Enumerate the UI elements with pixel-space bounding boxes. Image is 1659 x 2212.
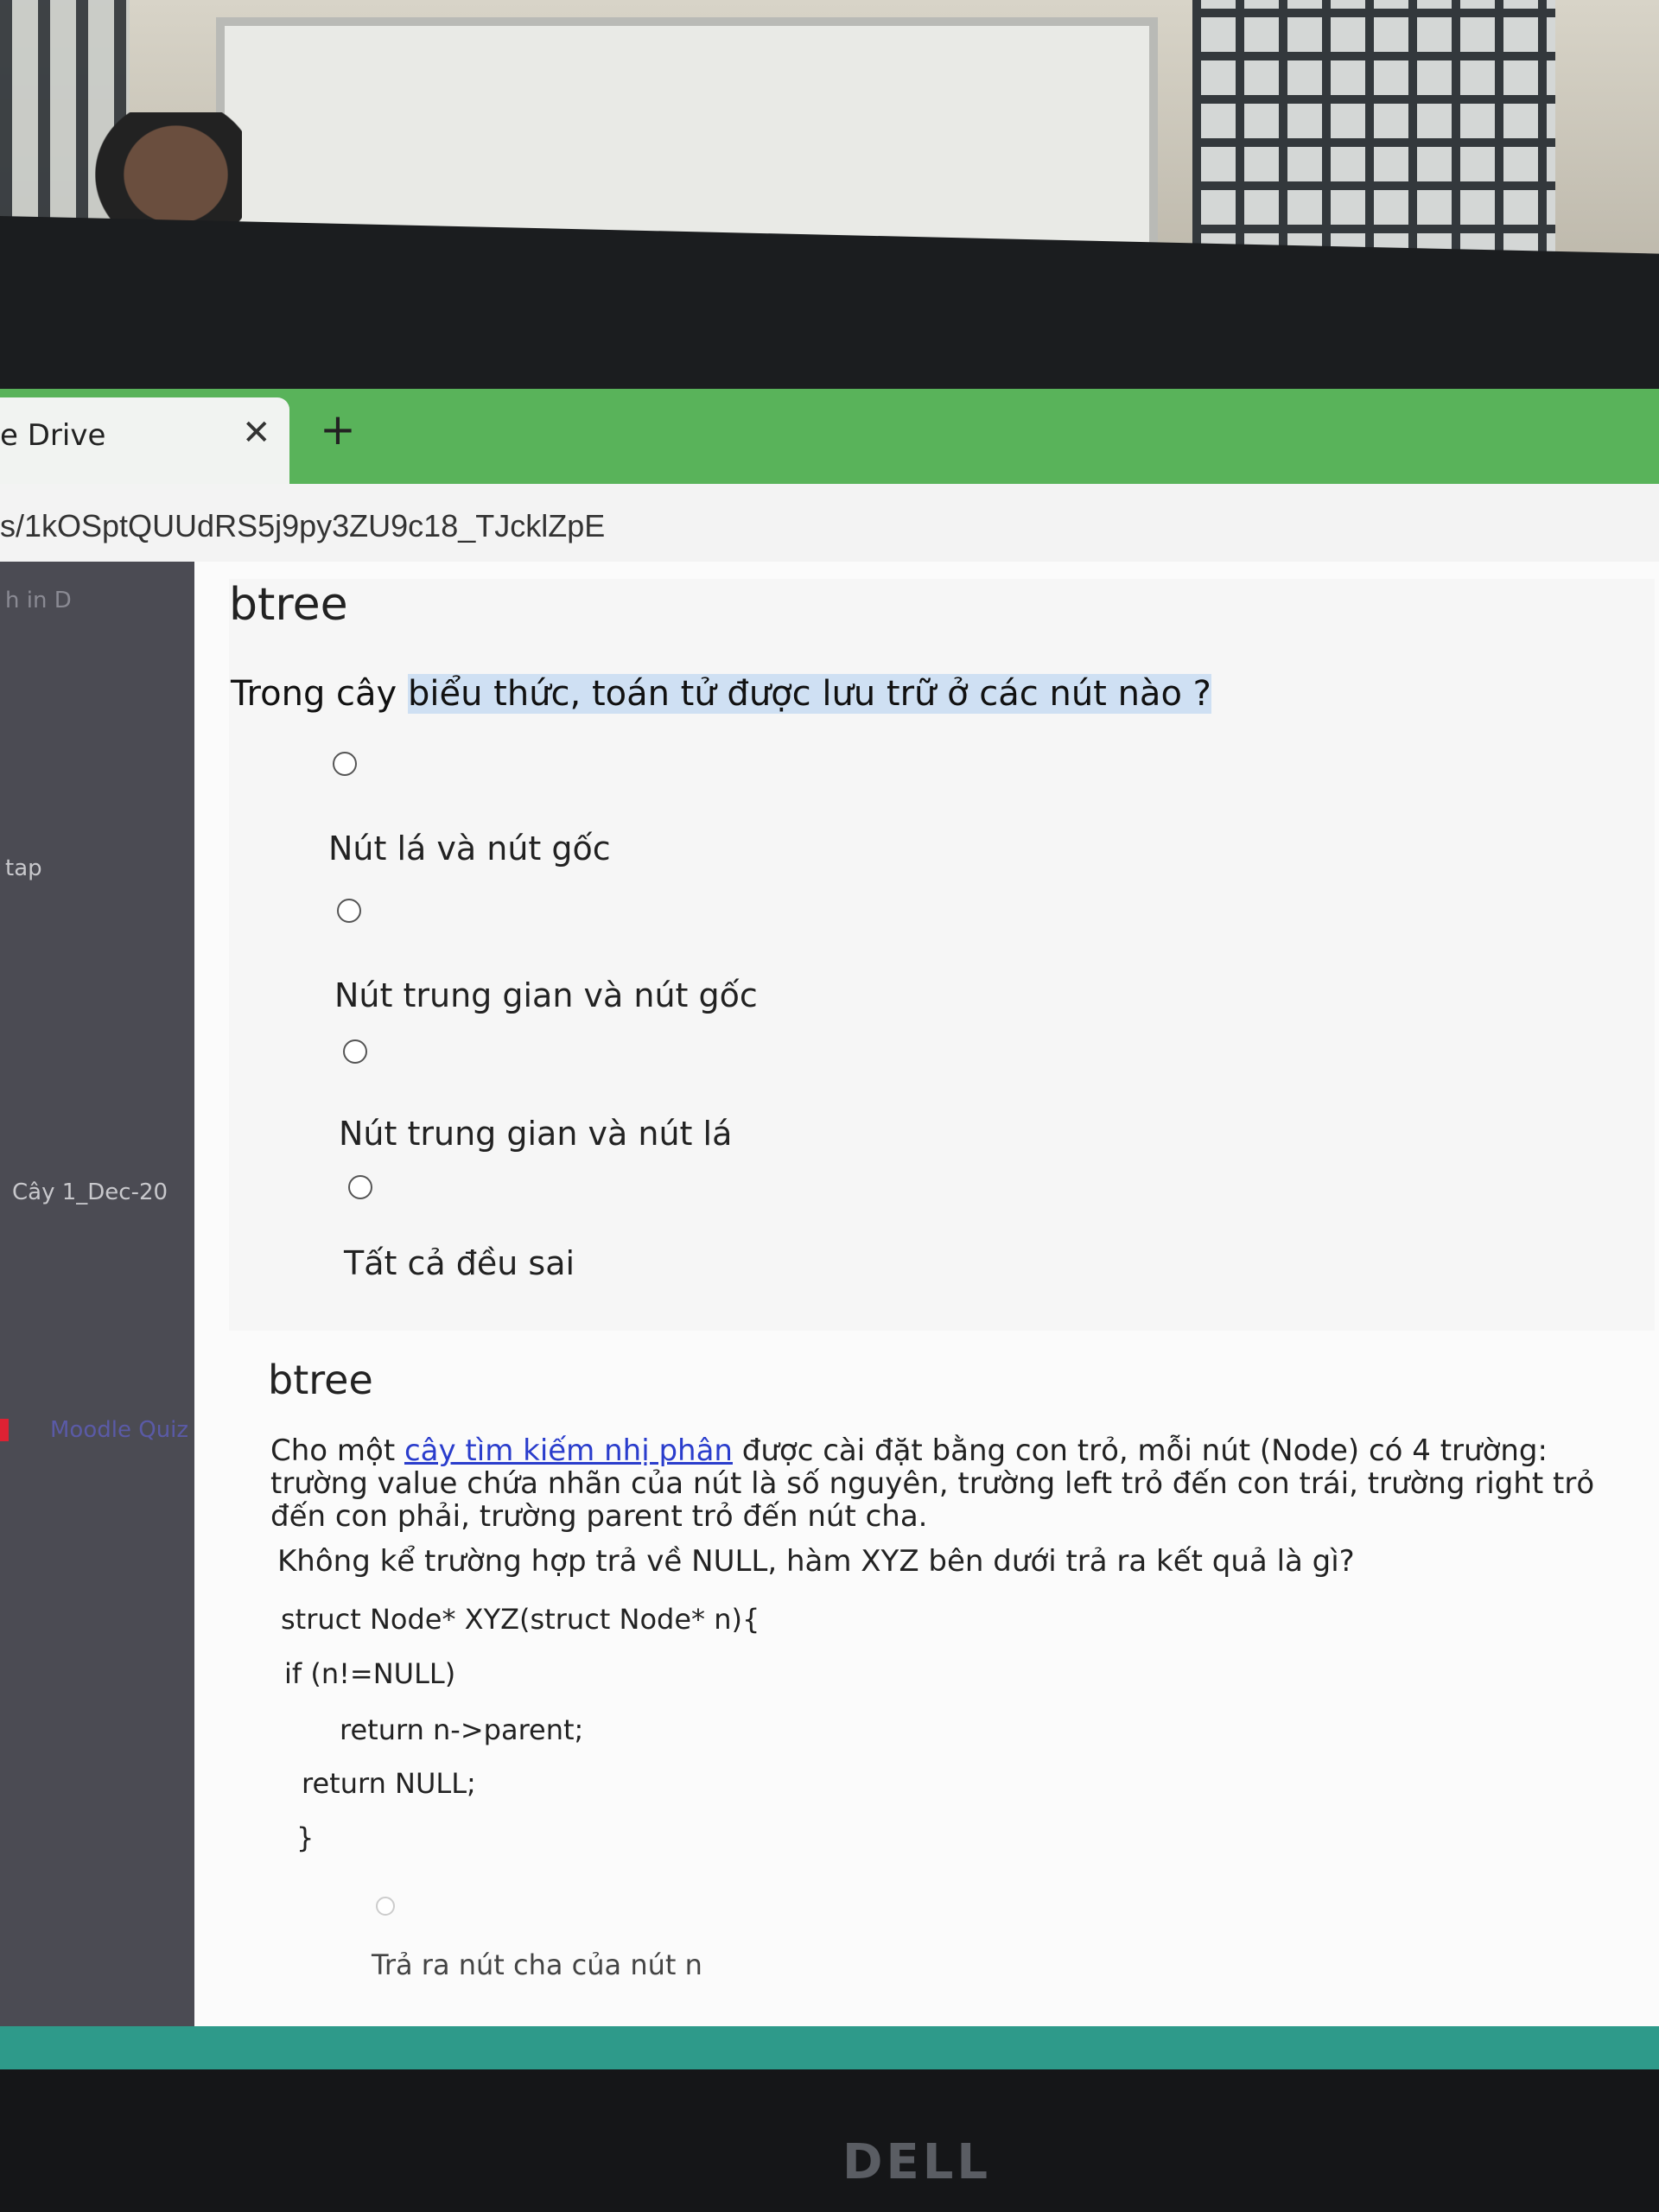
sidebar-item[interactable]: Cây 1_Dec-20 [12,1179,168,1205]
address-bar[interactable]: s/1kOSptQUUdRS5j9py3ZU9c18_TJcklZpE [0,484,1659,562]
sidebar-item[interactable]: tap [5,855,42,881]
question-card: btree Trong cây biểu thức, toán tử được … [229,579,1655,1331]
sidebar-item[interactable]: h in D [5,588,72,613]
tab-title: e Drive [0,418,106,453]
option-label[interactable]: Nút trung gian và nút lá [339,1115,732,1153]
url-text[interactable]: s/1kOSptQUUdRS5j9py3ZU9c18_TJcklZpE [0,508,605,544]
question-title: btree [229,579,348,631]
new-tab-button[interactable]: + [320,408,356,451]
option-label[interactable]: Nút trung gian và nút gốc [334,976,758,1014]
sidebar: h in D tap Cây 1_Dec-20 Moodle Quiz [0,562,194,2031]
option-radio[interactable] [343,1039,367,1064]
option-radio[interactable] [333,752,357,776]
question-title: btree [268,1357,373,1403]
option-radio[interactable] [376,1897,395,1916]
option-radio[interactable] [348,1175,372,1199]
monitor-bottom-bezel [0,2069,1659,2212]
close-icon[interactable]: ✕ [242,413,271,453]
code-line: } [296,1821,315,1854]
dell-logo: DELL [842,2134,992,2190]
option-label[interactable]: Nút lá và nút gốc [328,830,611,868]
window-right [1192,0,1555,276]
question-text: Trong cây biểu thức, toán tử được lưu tr… [231,674,1211,714]
code-line: return n->parent; [340,1713,584,1746]
option-label[interactable]: Tất cả đều sai [344,1244,575,1282]
monitor-screen: e Drive ✕ + s/1kOSptQUUdRS5j9py3ZU9c18_T… [0,389,1659,2031]
code-line: if (n!=NULL) [284,1657,456,1690]
browser-tab[interactable]: e Drive ✕ [0,397,289,484]
question-paragraph: Cho một cây tìm kiếm nhị phân được cài đ… [270,1433,1595,1534]
link-binary-search-tree[interactable]: cây tìm kiếm nhị phân [404,1433,733,1468]
option-radio[interactable] [337,899,361,923]
sidebar-item[interactable]: Moodle Quiz [50,1417,188,1443]
code-line: return NULL; [302,1767,476,1800]
code-line: struct Node* XYZ(struct Node* n){ [281,1603,760,1636]
quiz-content: btree Trong cây biểu thức, toán tử được … [194,562,1659,2031]
quiz-marker [0,1419,9,1441]
browser-tab-bar: e Drive ✕ + [0,389,1659,484]
question-paragraph: Không kể trường hợp trả về NULL, hàm XYZ… [277,1544,1355,1579]
option-label[interactable]: Trả ra nút cha của nút n [372,1948,702,1981]
